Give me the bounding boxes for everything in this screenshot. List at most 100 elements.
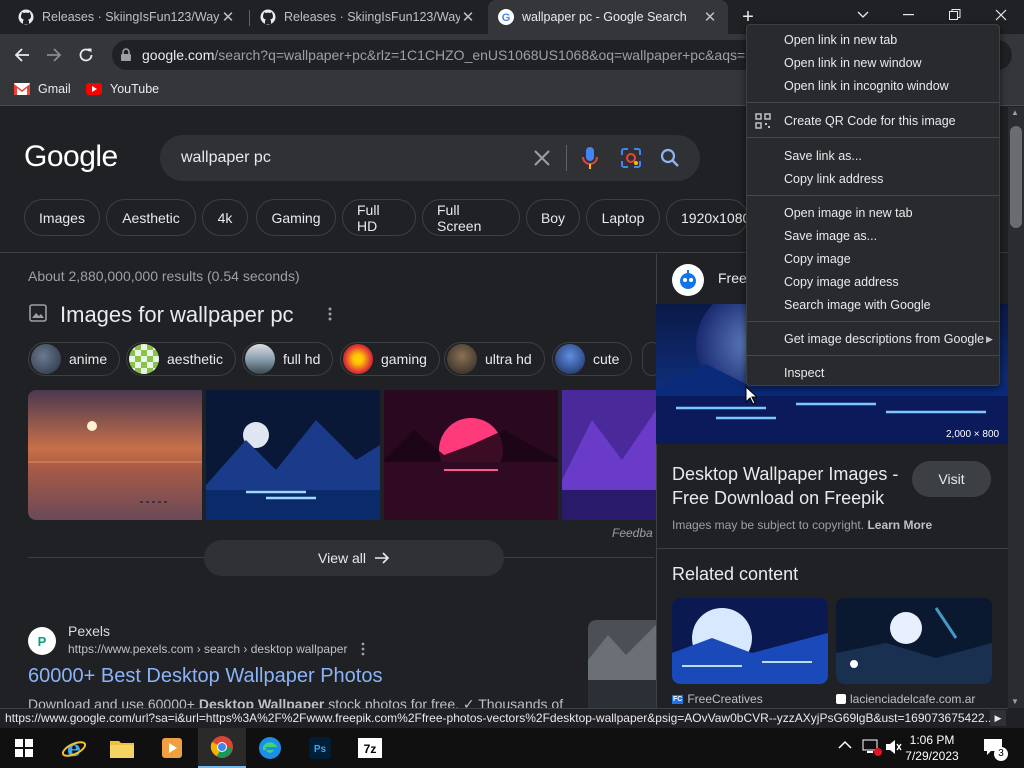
chip-thumbnail	[129, 344, 159, 374]
back-button[interactable]	[10, 43, 34, 67]
menu-open-link-incognito[interactable]: Open link in incognito window	[784, 79, 949, 93]
query-chip-cute[interactable]: cute	[552, 342, 633, 376]
related-image-1[interactable]	[672, 598, 828, 684]
image-result-sunset[interactable]	[28, 390, 202, 520]
filter-chip-gaming[interactable]: Gaming	[256, 199, 336, 236]
forward-button[interactable]	[42, 43, 66, 67]
scroll-up-arrow-icon[interactable]: ▲	[1011, 108, 1019, 117]
freecreatives-icon: FC	[672, 694, 684, 704]
lock-icon[interactable]	[120, 48, 132, 62]
filter-chip-4k[interactable]: 4k	[202, 199, 248, 236]
query-chip-ultra-hd[interactable]: ultra hd	[444, 342, 545, 376]
menu-inspect[interactable]: Inspect	[784, 366, 824, 380]
menu-open-link-new-tab[interactable]: Open link in new tab	[784, 33, 897, 47]
menu-separator	[747, 102, 999, 103]
status-scroll-right-icon[interactable]: ▶	[990, 710, 1006, 726]
learn-more-link[interactable]: Learn More	[867, 518, 932, 532]
system-clock[interactable]: 1:06 PM 7/29/2023	[900, 732, 964, 764]
search-icon[interactable]	[660, 148, 680, 168]
filter-chip-1920x1080[interactable]: 1920x1080	[666, 199, 748, 236]
menu-get-image-descriptions[interactable]: Get image descriptions from Google	[784, 332, 984, 346]
menu-search-image-google[interactable]: Search image with Google	[784, 298, 931, 312]
menu-copy-image-address[interactable]: Copy image address	[784, 275, 899, 289]
site-favicon-icon	[836, 694, 846, 704]
menu-open-image-new-tab[interactable]: Open image in new tab	[784, 206, 913, 220]
query-chip-gaming[interactable]: gaming	[340, 342, 440, 376]
tab-title: Releases · SkiingIsFun123/Wayba	[42, 10, 220, 24]
chip-label: ultra hd	[485, 351, 532, 367]
chip-label: cute	[593, 351, 620, 367]
query-chip-anime[interactable]: anime	[28, 342, 121, 376]
filter-chip-laptop[interactable]: Laptop	[586, 199, 660, 236]
menu-save-link-as[interactable]: Save link as...	[784, 149, 862, 163]
menu-copy-image[interactable]: Copy image	[784, 252, 851, 266]
url-host: google.com	[142, 47, 215, 63]
tab-github-releases-1[interactable]: Releases · SkiingIsFun123/Wayba ✕	[8, 0, 246, 34]
7zip-icon[interactable]: 7z	[346, 728, 394, 768]
filter-chip-full-hd[interactable]: Full HD	[342, 199, 416, 236]
show-hidden-icons[interactable]	[838, 740, 852, 750]
result-thumbnail[interactable]	[588, 620, 656, 708]
tab-google-search[interactable]: G wallpaper pc - Google Search ✕	[488, 0, 728, 34]
view-all-line-right	[504, 557, 654, 558]
more-options-icon[interactable]	[328, 306, 332, 322]
bookmark-label: YouTube	[110, 82, 160, 96]
file-explorer-icon[interactable]	[98, 728, 146, 768]
github-icon	[18, 9, 34, 25]
scrollbar-thumb[interactable]	[1010, 126, 1022, 228]
scroll-down-arrow-icon[interactable]: ▼	[1011, 697, 1019, 706]
svg-text:7z: 7z	[364, 742, 377, 756]
search-divider	[566, 145, 567, 171]
menu-save-image-as[interactable]: Save image as...	[784, 229, 877, 243]
bookmark-gmail[interactable]: Gmail	[14, 82, 71, 96]
freepik-logo-icon	[672, 264, 704, 296]
related-source-2[interactable]: lacienciadelcafe.com.ar	[836, 692, 975, 706]
search-input[interactable]: wallpaper pc	[181, 149, 271, 167]
image-result-night-mountains[interactable]	[206, 390, 380, 520]
github-icon	[260, 9, 276, 25]
photoshop-icon[interactable]: Ps	[296, 728, 344, 768]
visit-button[interactable]: Visit	[912, 461, 991, 497]
menu-create-qr-code[interactable]: Create QR Code for this image	[784, 114, 956, 128]
result-stats: About 2,880,000,000 results (0.54 second…	[28, 268, 300, 284]
result-site-name[interactable]: Pexels	[68, 623, 110, 639]
filter-chip-boy[interactable]: Boy	[526, 199, 580, 236]
windows-start-icon[interactable]	[0, 728, 48, 768]
related-source-1[interactable]: FC FreeCreatives	[672, 692, 763, 706]
query-chip-full-hd[interactable]: full hd	[242, 342, 334, 376]
lens-search-icon[interactable]	[620, 147, 642, 169]
filter-chip-images[interactable]: Images	[24, 199, 100, 236]
image-result-purple-mountains[interactable]	[562, 390, 656, 520]
media-player-icon[interactable]	[148, 728, 196, 768]
bookmark-youtube[interactable]: YouTube	[86, 82, 159, 96]
view-all-button[interactable]: View all	[204, 540, 504, 576]
edge-icon[interactable]	[246, 728, 294, 768]
close-tab-icon[interactable]: ✕	[220, 9, 236, 26]
result-options-icon[interactable]	[361, 642, 365, 656]
close-tab-icon[interactable]: ✕	[460, 9, 476, 26]
filter-chip-full-screen[interactable]: Full Screen	[422, 199, 520, 236]
menu-open-link-new-window[interactable]: Open link in new window	[784, 56, 922, 70]
tab-github-releases-2[interactable]: Releases · SkiingIsFun123/Wayba ✕	[250, 0, 486, 34]
voice-search-icon[interactable]	[582, 146, 598, 170]
network-icon[interactable]	[862, 738, 882, 756]
chip-label: anime	[69, 351, 108, 367]
chip-thumbnail	[555, 344, 585, 374]
panel-source[interactable]: Free	[718, 270, 747, 286]
google-logo[interactable]: Google	[24, 140, 118, 174]
chrome-taskbar-icon[interactable]	[198, 728, 246, 768]
feedback-link[interactable]: Feedba	[612, 526, 653, 540]
image-result-pink-sun[interactable]	[384, 390, 558, 520]
panel-image-title[interactable]: Desktop Wallpaper Images - Free Download…	[672, 462, 902, 510]
clear-search-icon[interactable]	[533, 149, 551, 167]
close-tab-icon[interactable]: ✕	[702, 9, 718, 26]
filter-chip-aesthetic[interactable]: Aesthetic	[106, 199, 196, 236]
query-chip-aesthetic[interactable]: aesthetic	[126, 342, 237, 376]
result-title-link[interactable]: 60000+ Best Desktop Wallpaper Photos	[28, 665, 382, 688]
internet-explorer-icon[interactable]: e	[50, 728, 98, 768]
reload-button[interactable]	[74, 43, 98, 67]
result-url[interactable]: https://www.pexels.com › search › deskto…	[68, 642, 347, 656]
menu-copy-link-address[interactable]: Copy link address	[784, 172, 883, 186]
related-content-title: Related content	[672, 564, 799, 584]
related-image-2[interactable]	[836, 598, 992, 684]
